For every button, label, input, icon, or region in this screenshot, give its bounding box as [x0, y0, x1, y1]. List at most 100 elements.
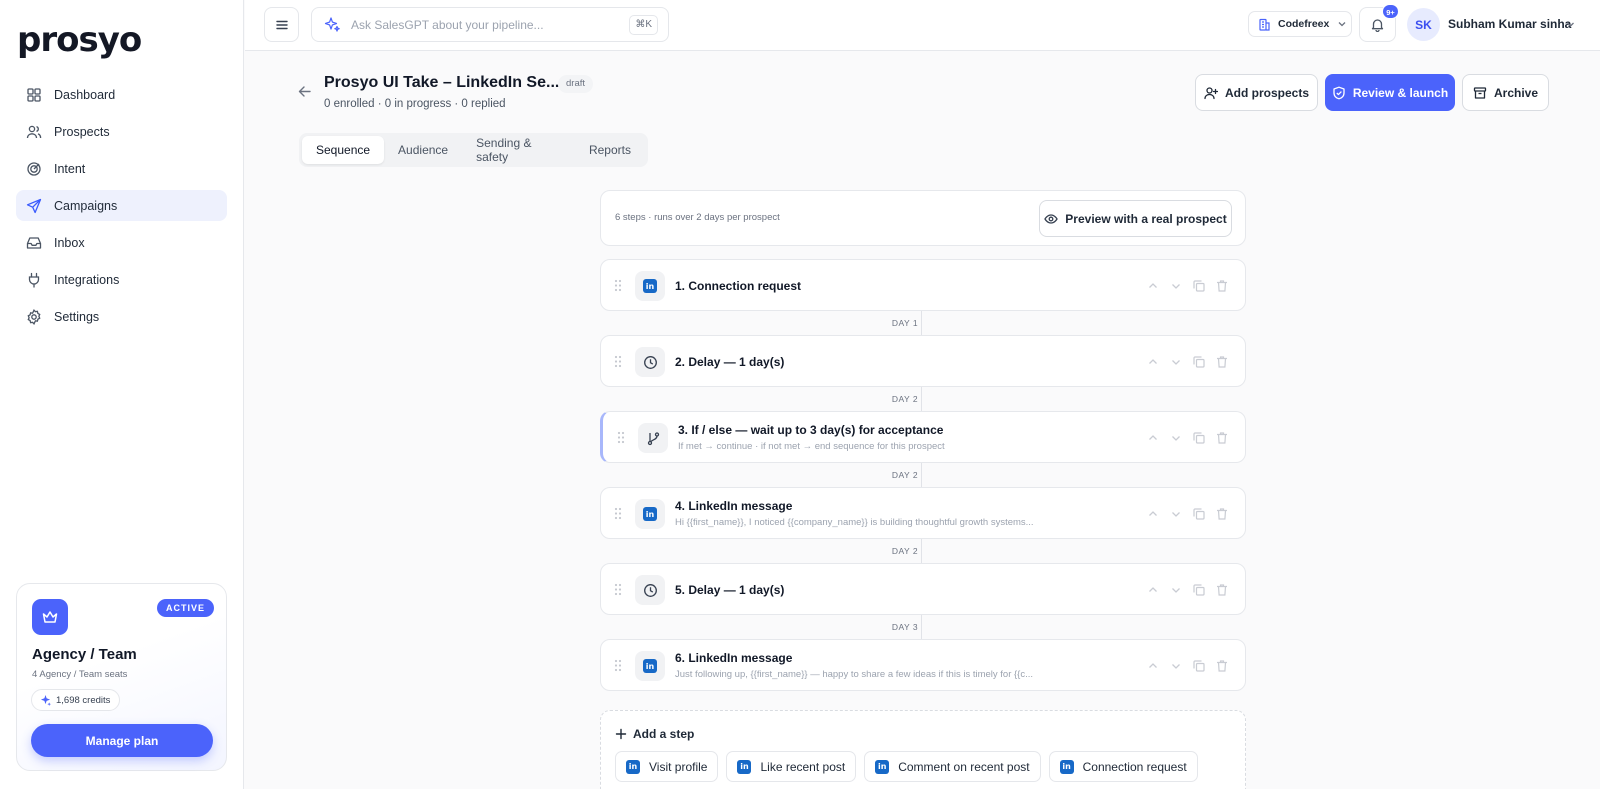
tab-reports[interactable]: Reports: [575, 136, 645, 164]
delete-icon[interactable]: [1215, 659, 1229, 673]
move-up-icon[interactable]: [1146, 659, 1160, 673]
sequence-step[interactable]: in 4. LinkedIn message Hi {{first_name}}…: [600, 487, 1246, 539]
salesgpt-search-input[interactable]: Ask SalesGPT about your pipeline... ⌘K: [311, 7, 669, 42]
clock-icon: [643, 355, 657, 369]
move-up-icon[interactable]: [1146, 431, 1160, 445]
move-down-icon[interactable]: [1169, 583, 1183, 597]
sequence-step[interactable]: 5. Delay — 1 day(s): [600, 563, 1246, 615]
add-connection-request-button[interactable]: in Connection request: [1048, 751, 1198, 782]
notifications-button[interactable]: 9+: [1359, 4, 1399, 42]
duplicate-icon[interactable]: [1192, 583, 1206, 597]
sparkle-icon: [40, 694, 51, 706]
add-visit-profile-button[interactable]: in Visit profile: [615, 751, 719, 782]
menu-toggle-button[interactable]: [264, 7, 299, 42]
add-like-post-button[interactable]: in Like recent post: [726, 751, 857, 782]
user-name[interactable]: Subham Kumar sinha: [1448, 17, 1571, 31]
delete-icon[interactable]: [1215, 355, 1229, 369]
manage-plan-button[interactable]: Manage plan: [31, 724, 213, 757]
bell-icon: [1371, 19, 1384, 32]
sequence-step[interactable]: 2. Delay — 1 day(s): [600, 335, 1246, 387]
chevron-down-icon[interactable]: [1565, 19, 1576, 30]
sidebar-item-inbox[interactable]: Inbox: [16, 227, 227, 258]
duplicate-icon[interactable]: [1192, 507, 1206, 521]
gear-icon: [27, 308, 41, 325]
delete-icon[interactable]: [1215, 279, 1229, 293]
chip-label: Connection request: [1082, 759, 1187, 774]
move-down-icon[interactable]: [1169, 659, 1183, 673]
step-actions: [1146, 659, 1229, 673]
review-launch-button[interactable]: Review & launch: [1325, 74, 1455, 111]
delete-icon[interactable]: [1215, 431, 1229, 445]
move-up-icon[interactable]: [1146, 355, 1160, 369]
sequence-step[interactable]: in 1. Connection request: [600, 259, 1246, 311]
sidebar-item-prospects[interactable]: Prospects: [16, 116, 227, 147]
grid-icon: [27, 87, 41, 102]
add-prospects-button[interactable]: Add prospects: [1195, 74, 1318, 111]
sidebar-item-integrations[interactable]: Integrations: [16, 264, 227, 295]
add-step-options: in Visit profile in Like recent post in Com…: [615, 751, 1198, 782]
linkedin-icon: in: [643, 279, 657, 293]
sidebar-item-intent[interactable]: Intent: [16, 153, 227, 184]
drag-handle-icon[interactable]: [614, 659, 622, 672]
archive-button[interactable]: Archive: [1462, 74, 1549, 111]
step-title: 3. If / else — wait up to 3 day(s) for a…: [678, 423, 944, 437]
sidebar-item-label: Settings: [54, 309, 100, 324]
step-type-icon: [635, 347, 665, 377]
step-description: If met → continue · if not met → end seq…: [678, 441, 945, 452]
tab-sending-safety[interactable]: Sending & safety: [462, 136, 575, 164]
git-branch-icon: [647, 431, 659, 445]
chip-label: Like recent post: [760, 759, 846, 774]
sidebar-item-settings[interactable]: Settings: [16, 301, 227, 332]
workspace-selector[interactable]: Codefreex: [1248, 11, 1352, 37]
step-description: Just following up, {{first_name}} — happ…: [675, 669, 1034, 680]
workspace-name: Codefreex: [1278, 18, 1330, 30]
sidebar-item-campaigns[interactable]: Campaigns: [16, 190, 227, 221]
move-up-icon[interactable]: [1146, 279, 1160, 293]
drag-handle-icon[interactable]: [617, 431, 625, 444]
logo[interactable]: prosyo: [17, 20, 142, 60]
step-actions: [1146, 355, 1229, 369]
preview-prospect-button[interactable]: Preview with a real prospect: [1039, 200, 1232, 237]
drag-handle-icon[interactable]: [614, 507, 622, 520]
tab-sequence[interactable]: Sequence: [302, 136, 385, 164]
drag-handle-icon[interactable]: [614, 279, 622, 292]
duplicate-icon[interactable]: [1192, 279, 1206, 293]
duplicate-icon[interactable]: [1192, 431, 1206, 445]
campaign-stats: 0 enrolled · 0 in progress · 0 replied: [324, 98, 506, 110]
sidebar-nav: Dashboard Prospects Intent Campaigns Inb…: [16, 79, 227, 338]
move-down-icon[interactable]: [1169, 355, 1183, 369]
duplicate-icon[interactable]: [1192, 659, 1206, 673]
sidebar-item-label: Campaigns: [54, 198, 118, 213]
move-up-icon[interactable]: [1146, 583, 1160, 597]
plus-icon: [615, 728, 627, 740]
sidebar-item-dashboard[interactable]: Dashboard: [16, 79, 227, 110]
eye-icon: [1044, 213, 1059, 224]
move-up-icon[interactable]: [1146, 507, 1160, 521]
back-arrow-icon[interactable]: [297, 84, 312, 99]
step-title: 2. Delay — 1 day(s): [675, 355, 785, 369]
archive-icon: [1473, 86, 1487, 99]
move-down-icon[interactable]: [1169, 279, 1183, 293]
duplicate-icon[interactable]: [1192, 355, 1206, 369]
sidebar-item-label: Inbox: [54, 235, 85, 250]
review-launch-label: Review & launch: [1352, 85, 1449, 100]
drag-handle-icon[interactable]: [614, 583, 622, 596]
avatar[interactable]: SK: [1407, 8, 1440, 41]
linkedin-icon: in: [643, 659, 657, 673]
move-down-icon[interactable]: [1169, 507, 1183, 521]
drag-handle-icon[interactable]: [614, 355, 622, 368]
add-comment-post-button[interactable]: in Comment on recent post: [864, 751, 1041, 782]
sequence-summary: 6 steps · runs over 2 days per prospect: [615, 212, 780, 223]
delete-icon[interactable]: [1215, 583, 1229, 597]
tab-audience[interactable]: Audience: [384, 136, 462, 164]
plan-crown-badge: [32, 599, 68, 635]
archive-label: Archive: [1493, 85, 1539, 100]
inbox-icon: [26, 236, 42, 249]
step-actions: [1146, 431, 1229, 445]
sequence-step[interactable]: 3. If / else — wait up to 3 day(s) for a…: [600, 411, 1246, 463]
sequence-step[interactable]: in 6. LinkedIn message Just following up…: [600, 639, 1246, 691]
status-badge: draft: [558, 75, 594, 93]
move-down-icon[interactable]: [1169, 431, 1183, 445]
sidebar-item-label: Integrations: [54, 272, 120, 287]
delete-icon[interactable]: [1215, 507, 1229, 521]
